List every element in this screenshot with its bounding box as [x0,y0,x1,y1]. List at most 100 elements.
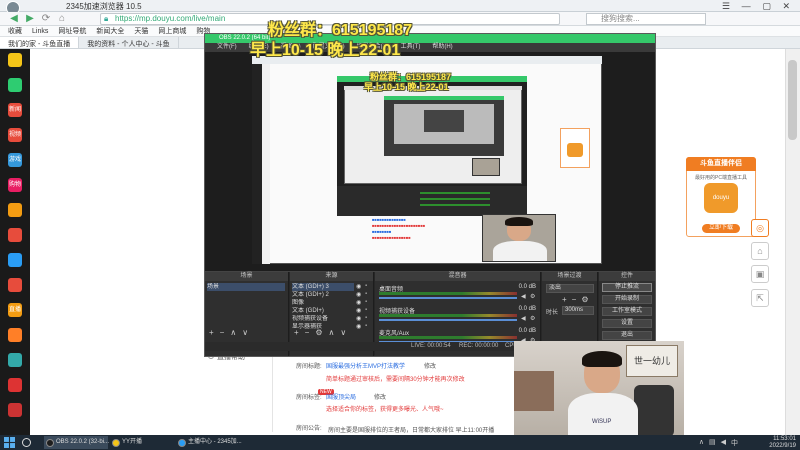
controls-header: 控件 [599,272,655,281]
add-source-icon[interactable]: + [294,328,299,337]
visibility-eye-icon[interactable]: ◉ [356,299,361,306]
lock-icon[interactable]: ▪ [365,283,367,289]
duration-input[interactable]: 300ms [562,306,594,315]
bookmark-item[interactable]: 网上商城 [158,26,186,36]
volume-meter [379,292,517,295]
app-shortcut-icon[interactable] [8,78,22,92]
transition-select[interactable]: 淡出 [546,284,594,293]
bookmark-item[interactable]: 网址导航 [58,26,86,36]
app-shortcut-icon[interactable]: 购物 [8,178,22,192]
visibility-eye-icon[interactable]: ◉ [356,283,361,290]
app-shortcut-icon[interactable]: 游戏 [8,153,22,167]
scene-item[interactable]: 场景 [207,283,285,291]
visibility-eye-icon[interactable]: ◉ [356,291,361,298]
mixer-gear-icon[interactable]: ⚙ [530,293,535,300]
tag-value[interactable]: 国服顶尖局 [326,392,356,401]
minimize-icon[interactable]: — [742,1,751,11]
live-time: LIVE: 00:00:54 [411,343,451,349]
app-shortcut-icon[interactable] [8,203,22,217]
maximize-icon[interactable]: ▢ [762,1,771,12]
remove-scene-icon[interactable]: − [220,328,225,337]
volume-slider[interactable] [379,297,517,299]
source-gear-icon[interactable]: ⚙ [315,328,322,337]
lock-icon[interactable]: ▪ [365,291,367,297]
control-button[interactable]: 退出 [602,331,652,340]
search-input[interactable]: 搜狗搜索... [586,13,706,25]
taskbar-app[interactable]: OBS 22.0.2 (32-bi... [44,436,109,449]
speaker-icon[interactable]: ◀︎ [521,293,526,300]
app-shortcut-icon[interactable] [8,53,22,67]
remove-transition-icon[interactable]: − [572,295,577,304]
chevron-up-icon[interactable]: ∧ [699,438,704,448]
visibility-eye-icon[interactable]: ◉ [356,323,361,330]
visibility-eye-icon[interactable]: ◉ [356,315,361,322]
volume-slider[interactable] [379,319,517,321]
lock-icon[interactable]: ▪ [365,307,367,313]
windows-start-icon[interactable] [4,437,15,448]
forward-icon[interactable]: ▶ [24,13,36,25]
up-icon[interactable]: ∧ [230,328,236,337]
scrollbar-thumb[interactable] [788,60,797,140]
browser-tab[interactable]: 我们的家 - 斗鱼直播 [0,37,80,48]
down-icon[interactable]: ∨ [340,328,346,337]
bookmark-item[interactable]: 天猫 [134,26,148,36]
bookmark-item[interactable]: 新闻大全 [96,26,124,36]
up-icon[interactable]: ∧ [329,328,335,337]
search-circle-icon[interactable] [22,438,31,447]
add-transition-icon[interactable]: + [562,295,567,304]
home-icon[interactable]: ⌂ [56,13,68,25]
network-icon[interactable]: ▤ [709,438,716,448]
browser-tab[interactable]: 我的资料 - 个人中心 - 斗鱼 [79,37,179,48]
download-button[interactable]: 立即下载 [702,224,740,233]
bookmark-item[interactable]: Links [32,28,48,35]
visibility-eye-icon[interactable]: ◉ [356,307,361,314]
source-item[interactable]: 文本 (GDI+) [292,307,354,315]
taskbar-app[interactable]: YY开播 [110,436,174,449]
volume-icon[interactable]: ◀︎ [721,438,726,448]
app-shortcut-icon[interactable] [8,353,22,367]
control-button[interactable]: 开始录制 [602,295,652,304]
ime-icon[interactable]: 中 [731,438,738,448]
close-icon[interactable]: ✕ [783,1,791,12]
control-button[interactable]: 设置 [602,319,652,328]
edit-title-link[interactable]: 修改 [424,361,436,370]
skin-icon[interactable]: ☰ [722,1,730,12]
app-shortcut-icon[interactable] [8,253,22,267]
refresh-icon[interactable]: ⟳ [40,13,52,25]
transition-gear-icon[interactable]: ⚙ [581,295,588,304]
app-shortcut-icon[interactable] [8,228,22,242]
back-icon[interactable]: ◀ [8,13,20,25]
app-shortcut-icon[interactable] [8,403,22,417]
app-shortcut-icon[interactable]: 视频 [8,128,22,142]
house-icon[interactable]: ⌂ [751,242,769,260]
lock-icon[interactable]: ▪ [365,323,367,329]
speaker-icon[interactable]: ◀︎ [521,315,526,322]
fan-icon[interactable]: ◎ [751,219,769,237]
share-icon[interactable]: ⇱ [751,289,769,307]
control-button[interactable]: 工作室模式 [602,307,652,316]
gift-icon[interactable]: ▣ [751,265,769,283]
app-shortcut-icon[interactable] [8,328,22,342]
obs-menu-item[interactable]: 工具(T) [401,43,421,52]
remove-source-icon[interactable]: − [305,328,310,337]
edit-tag-link[interactable]: 修改 [374,392,386,401]
source-item[interactable]: 文本 (GDI+) 2 [292,291,354,299]
taskbar-app[interactable]: 主播中心 - 2345加... [176,436,242,449]
obs-menu-item[interactable]: 文件(F) [217,43,237,52]
lock-icon[interactable]: ▪ [365,315,367,321]
add-scene-icon[interactable]: + [209,328,214,337]
app-shortcut-icon[interactable]: 直播 [8,303,22,317]
obs-menu-item[interactable]: 帮助(H) [432,43,452,52]
app-shortcut-icon[interactable]: 新闻 [8,103,22,117]
source-item[interactable]: 文本 (GDI+) 3 [292,283,354,291]
app-shortcut-icon[interactable] [8,278,22,292]
notice-value[interactable]: 房间主要是国服排位的王者局，日常都大家排位 早上11:00开播 [328,425,513,434]
source-item[interactable]: 视频捕获设备 [292,315,354,323]
source-item[interactable]: 图像 [292,299,354,307]
control-button[interactable]: 停止推流 [602,283,652,292]
bookmark-item[interactable]: 收藏 [8,26,22,36]
app-shortcut-icon[interactable] [8,378,22,392]
mixer-gear-icon[interactable]: ⚙ [530,315,535,322]
down-icon[interactable]: ∨ [242,328,248,337]
lock-icon[interactable]: ▪ [365,299,367,305]
